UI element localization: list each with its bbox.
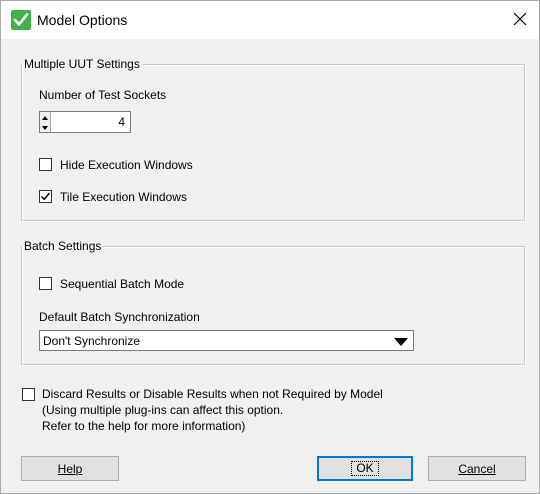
sockets-spinner[interactable]: 4: [39, 111, 131, 133]
title-bar: Model Options: [1, 1, 539, 39]
sequential-batch-checkbox[interactable]: [39, 277, 52, 290]
sync-label: Default Batch Synchronization: [39, 310, 200, 324]
ok-button[interactable]: OK: [317, 456, 413, 481]
spin-down-button[interactable]: [40, 122, 50, 132]
spin-arrows-icon: [40, 112, 51, 132]
discard-results-note-2: Refer to the help for more information): [42, 419, 246, 433]
close-icon: [513, 12, 527, 29]
tile-windows-checkbox[interactable]: [39, 190, 52, 203]
cancel-button-label: Cancel: [458, 461, 496, 476]
sockets-label: Number of Test Sockets: [39, 88, 167, 102]
close-button[interactable]: [501, 1, 539, 39]
sync-dropdown[interactable]: Don't Synchronize: [39, 330, 414, 351]
green-checkmark-icon: [11, 10, 31, 30]
hide-windows-label: Hide Execution Windows: [60, 158, 193, 172]
discard-results-checkbox[interactable]: [22, 388, 35, 401]
discard-results-label: Discard Results or Disable Results when …: [42, 387, 383, 401]
model-options-dialog: Model Options Multiple UUT Settings Numb…: [0, 0, 540, 494]
help-button-label: Help: [57, 461, 83, 476]
sequential-batch-label: Sequential Batch Mode: [60, 277, 185, 291]
window-title: Model Options: [37, 12, 128, 28]
checkmark-icon: [40, 192, 51, 201]
sync-value: Don't Synchronize: [43, 334, 141, 348]
tile-windows-label: Tile Execution Windows: [60, 190, 187, 204]
batch-settings-legend: Batch Settings: [24, 239, 102, 253]
hide-windows-checkbox[interactable]: [39, 158, 52, 171]
sockets-value: 4: [118, 115, 125, 129]
uut-settings-legend: Multiple UUT Settings: [24, 57, 140, 71]
ok-button-label: OK: [351, 461, 379, 476]
dropdown-arrow-icon[interactable]: [394, 336, 408, 350]
spin-up-button[interactable]: [40, 112, 50, 122]
help-button[interactable]: Help: [21, 456, 119, 481]
discard-results-note-1: (Using multiple plug-ins can affect this…: [42, 403, 284, 417]
cancel-button[interactable]: Cancel: [428, 456, 526, 481]
